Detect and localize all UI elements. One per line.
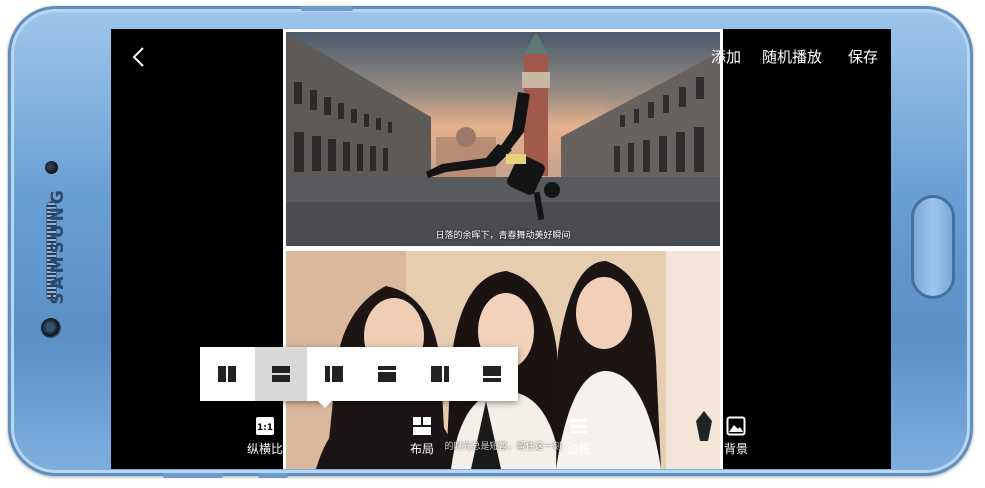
phone-body: SAMSUNG 日落的余晖下，青春舞动美好瞬间 的时光总是短暂，留住这一刻 添加… xyxy=(8,6,973,478)
panel-bottom-caption: 的时光总是短暂，留住这一刻 xyxy=(444,442,562,452)
layout-grid-icon xyxy=(413,417,431,435)
aspect-ratio-label: 纵横比 xyxy=(246,442,283,456)
layout-two-rows-icon xyxy=(272,366,290,382)
volume-button xyxy=(301,6,353,11)
layout-option-4[interactable] xyxy=(361,347,413,401)
background-label: 背景 xyxy=(723,442,748,456)
aspect-ratio-button[interactable]: 1:1 纵横比 xyxy=(235,416,295,457)
image-icon xyxy=(726,416,746,436)
popup-pointer xyxy=(318,401,332,408)
layout-option-2[interactable] xyxy=(255,347,307,401)
home-button[interactable] xyxy=(911,195,955,299)
power-button xyxy=(163,473,223,478)
layout-option-3[interactable] xyxy=(308,347,360,401)
brand-logo: SAMSUNG xyxy=(48,187,68,305)
border-label: 边框 xyxy=(566,442,591,456)
background-button[interactable]: 背景 xyxy=(706,416,766,457)
layout-left-narrow-icon xyxy=(325,366,343,382)
aspect-ratio-badge: 1:1 xyxy=(257,423,273,433)
layout-button[interactable]: 布局 xyxy=(392,416,452,457)
border-icon xyxy=(571,419,587,433)
layout-two-columns-icon xyxy=(218,366,236,382)
collage-canvas: 日落的余晖下，青春舞动美好瞬间 的时光总是短暂，留住这一刻 xyxy=(283,29,723,469)
bixby-button xyxy=(258,473,288,478)
layout-option-1[interactable] xyxy=(201,347,253,401)
border-button[interactable]: 边框 xyxy=(549,416,609,457)
panel-top-caption: 日落的余晖下，青春舞动美好瞬间 xyxy=(435,231,571,241)
add-button[interactable]: 添加 xyxy=(711,46,741,67)
proximity-sensor xyxy=(45,161,58,174)
layout-picker-popup xyxy=(200,347,518,401)
venice-square-photo xyxy=(286,32,720,246)
aspect-ratio-icon: 1:1 xyxy=(256,417,274,435)
chevron-left-icon[interactable] xyxy=(127,45,151,69)
layout-right-narrow-icon xyxy=(431,366,449,382)
app-screen: 日落的余晖下，青春舞动美好瞬间 的时光总是短暂，留住这一刻 添加 随机播放 保存… xyxy=(111,29,891,469)
layout-label: 布局 xyxy=(409,442,434,456)
save-button[interactable]: 保存 xyxy=(848,46,878,67)
shuffle-play-button[interactable]: 随机播放 xyxy=(762,46,822,67)
layout-bottom-narrow-icon xyxy=(483,366,501,382)
layout-option-5[interactable] xyxy=(414,347,466,401)
front-camera xyxy=(41,318,61,338)
collage-panel-top[interactable]: 日落的余晖下，青春舞动美好瞬间 xyxy=(286,32,720,246)
layout-top-narrow-icon xyxy=(378,366,396,382)
layout-option-6[interactable] xyxy=(466,347,518,401)
